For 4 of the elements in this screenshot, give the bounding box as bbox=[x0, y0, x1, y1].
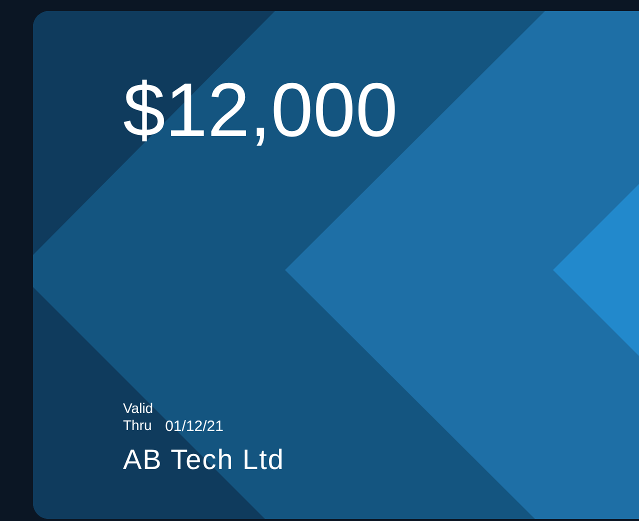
cardholder-name: AB Tech Ltd bbox=[123, 446, 286, 474]
balance-amount: $12,000 bbox=[123, 73, 399, 149]
valid-thru-label: Valid Thru bbox=[123, 400, 154, 434]
expiry-date: 01/12/21 bbox=[165, 417, 224, 436]
